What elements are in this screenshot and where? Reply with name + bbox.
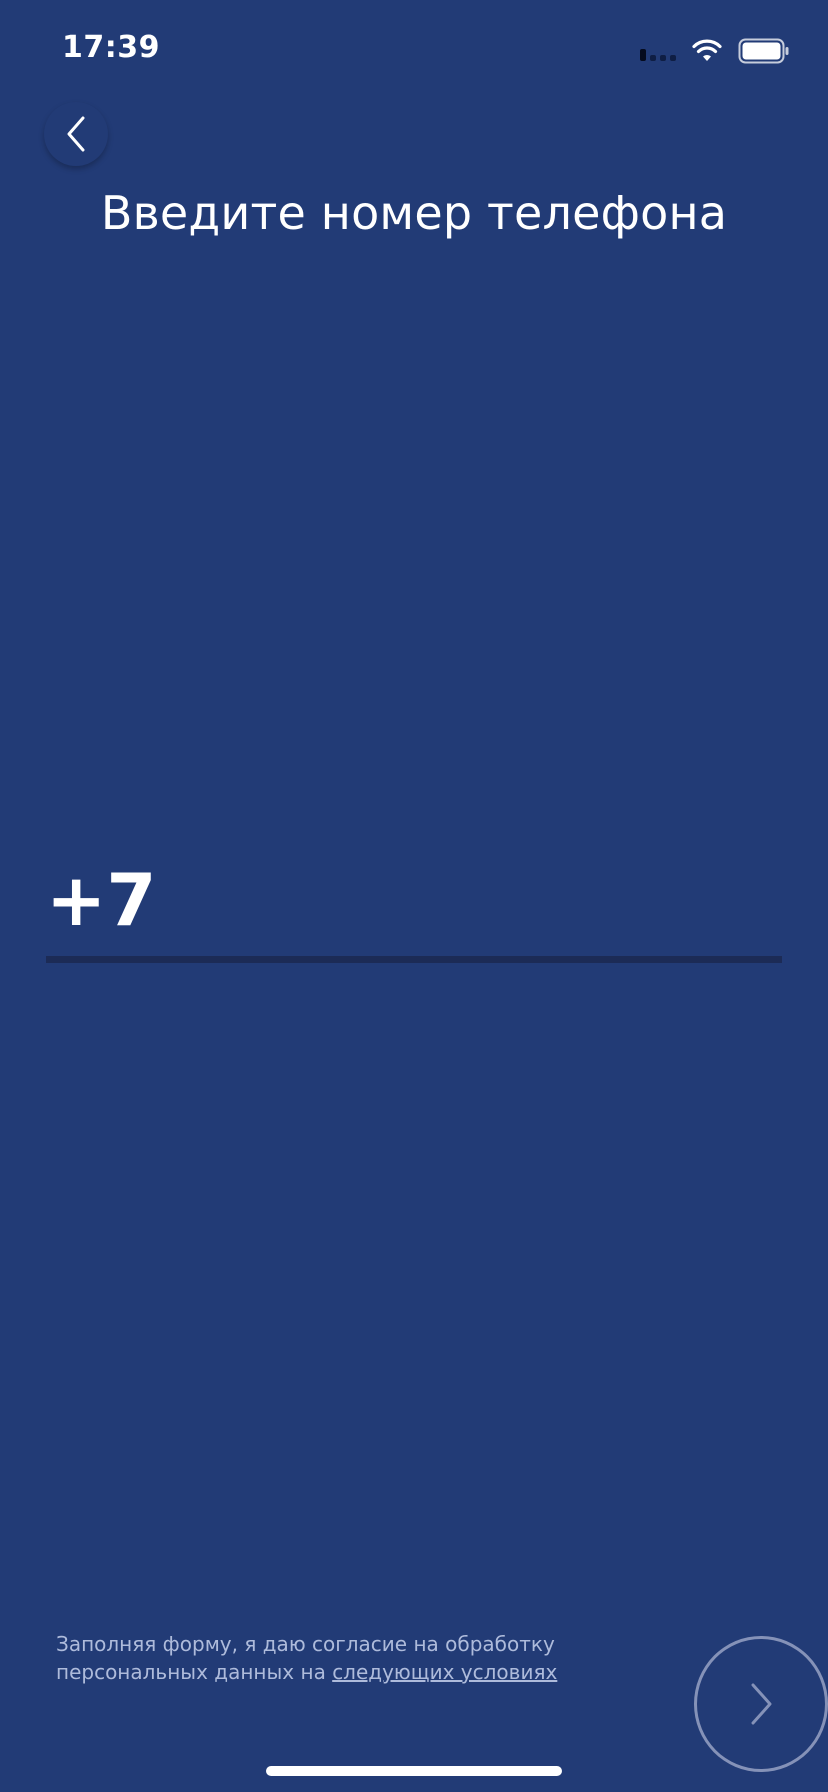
wifi-icon [692, 39, 722, 61]
terms-link[interactable]: следующих условиях [332, 1660, 557, 1684]
signal-icon [640, 41, 676, 61]
consent-text: Заполняя форму, я даю согласие на обрабо… [56, 1630, 696, 1686]
phone-country-code: +7 [46, 858, 157, 942]
status-time: 17:39 [62, 30, 160, 65]
chevron-left-icon [67, 116, 85, 152]
phone-input-underline [46, 956, 782, 963]
status-icons [640, 36, 790, 66]
back-button[interactable] [44, 102, 108, 166]
home-indicator [266, 1766, 562, 1776]
phone-field[interactable]: +7 [46, 858, 782, 963]
status-bar: 17:39 [0, 0, 828, 100]
page-title: Введите номер телефона [100, 186, 728, 240]
battery-icon [738, 38, 789, 64]
phone-input[interactable] [146, 868, 770, 934]
next-button[interactable] [694, 1636, 828, 1772]
chevron-right-icon [751, 1683, 772, 1725]
